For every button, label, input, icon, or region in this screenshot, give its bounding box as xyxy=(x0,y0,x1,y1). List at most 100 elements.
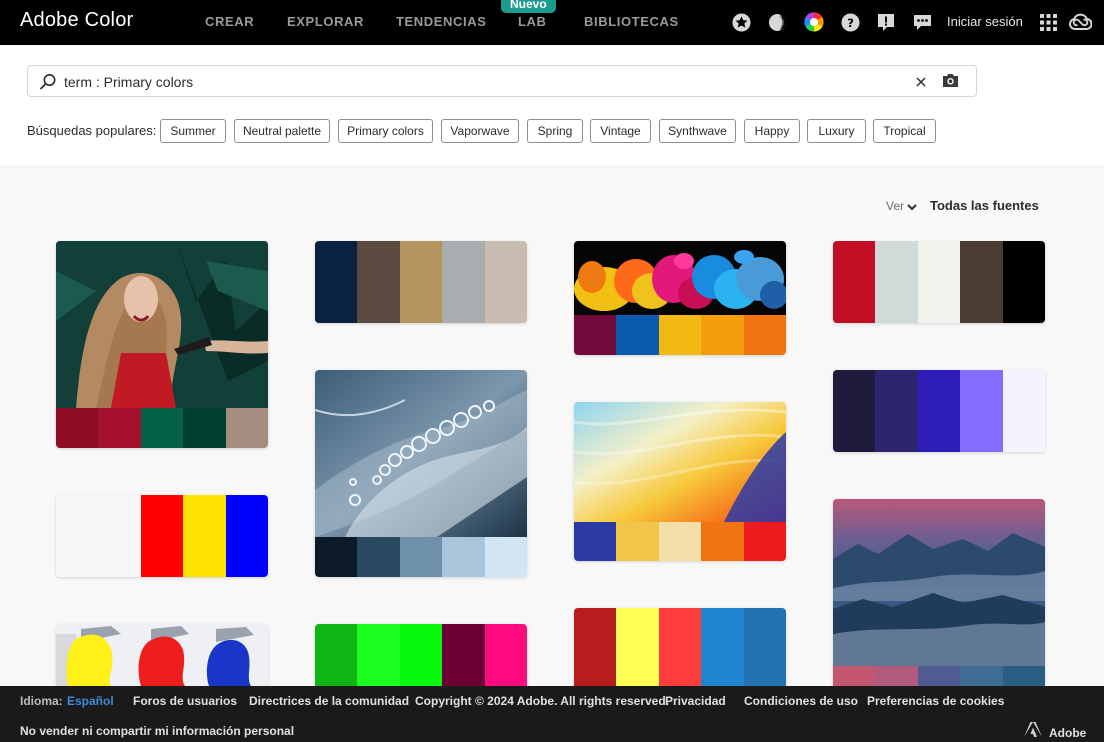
chat-icon[interactable] xyxy=(912,12,932,32)
swatch-2 xyxy=(140,495,184,577)
chip-happy[interactable]: Happy xyxy=(744,119,800,143)
swatch-4 xyxy=(484,537,527,577)
chevron-down-icon[interactable] xyxy=(906,200,918,218)
palette-card[interactable] xyxy=(315,624,527,686)
swatch-1 xyxy=(875,241,918,323)
footer-donotsell-link[interactable]: No vender ni compartir mi información pe… xyxy=(20,724,294,738)
swatch-1 xyxy=(875,666,918,686)
palette-swatches xyxy=(574,522,786,561)
source-filter[interactable]: Todas las fuentes xyxy=(930,198,1039,213)
swatch-2 xyxy=(399,537,443,577)
nav-explorar[interactable]: EXPLORAR xyxy=(287,14,364,29)
color-wheel-icon[interactable] xyxy=(804,12,824,32)
swatch-0 xyxy=(315,241,358,323)
swatch-3 xyxy=(701,608,744,686)
palette-card[interactable] xyxy=(56,624,268,686)
palette-photo xyxy=(56,241,268,408)
nav-tendencias[interactable]: TENDENCIAS xyxy=(396,14,487,29)
footer-terms-link[interactable]: Condiciones de uso xyxy=(744,694,858,708)
swatch-0 xyxy=(574,608,617,686)
brand-title[interactable]: Adobe Color xyxy=(20,9,133,32)
chip-synthwave[interactable]: Synthwave xyxy=(659,119,736,143)
footer-cookies-link[interactable]: Preferencias de cookies xyxy=(867,694,1004,708)
palette-photo xyxy=(833,499,1045,666)
swatch-3 xyxy=(701,315,744,355)
signin-link[interactable]: Iniciar sesión xyxy=(947,14,1023,29)
swatch-1 xyxy=(616,522,659,561)
chip-summer[interactable]: Summer xyxy=(160,119,226,143)
swatch-3 xyxy=(960,666,1003,686)
chip-vintage[interactable]: Vintage xyxy=(590,119,651,143)
palette-card[interactable] xyxy=(574,402,786,561)
chip-vaporwave[interactable]: Vaporwave xyxy=(441,119,519,143)
swatch-2 xyxy=(140,408,184,448)
camera-icon[interactable] xyxy=(942,73,959,93)
swatch-1 xyxy=(98,495,141,577)
feedback-icon[interactable] xyxy=(876,12,896,32)
creative-cloud-icon[interactable] xyxy=(1068,12,1092,32)
language-label: Idioma: xyxy=(20,694,63,708)
swatch-3 xyxy=(960,370,1003,452)
language-selector[interactable]: Español xyxy=(67,694,114,708)
palette-swatches xyxy=(574,608,786,686)
palette-swatches xyxy=(315,624,527,686)
swatch-2 xyxy=(658,315,702,355)
footer-guidelines-link[interactable]: Directrices de la comunidad xyxy=(249,694,409,708)
popular-searches-label: Búsquedas populares: xyxy=(27,123,157,138)
palette-swatches xyxy=(56,408,268,448)
swatch-1 xyxy=(357,537,400,577)
palette-swatches xyxy=(833,370,1045,452)
palette-card[interactable] xyxy=(56,241,268,448)
swatch-4 xyxy=(484,241,527,323)
swatch-2 xyxy=(399,624,443,686)
palette-card[interactable] xyxy=(833,370,1045,452)
palette-photo xyxy=(574,241,786,315)
palette-card[interactable] xyxy=(574,241,786,355)
star-icon[interactable] xyxy=(731,12,751,32)
palette-swatches xyxy=(833,241,1045,323)
nav-bibliotecas[interactable]: BIBLIOTECAS xyxy=(584,14,679,29)
swatch-4 xyxy=(225,408,268,448)
swatch-0 xyxy=(833,370,876,452)
palette-card[interactable] xyxy=(574,608,786,686)
search-icon xyxy=(39,73,57,96)
search-box[interactable] xyxy=(27,65,977,97)
help-icon[interactable]: ? xyxy=(840,12,860,32)
svg-text:?: ? xyxy=(847,15,854,29)
footer-forums-link[interactable]: Foros de usuarios xyxy=(133,694,237,708)
clear-icon[interactable] xyxy=(915,75,927,93)
nav-crear[interactable]: CREAR xyxy=(205,14,254,29)
chip-tropical[interactable]: Tropical xyxy=(873,119,936,143)
swatch-1 xyxy=(875,370,918,452)
chip-primary-colors[interactable]: Primary colors xyxy=(338,119,433,143)
palette-photo xyxy=(315,370,527,537)
view-label[interactable]: Ver xyxy=(886,199,904,213)
swatch-0 xyxy=(56,408,99,448)
nav-lab[interactable]: LAB xyxy=(518,14,547,29)
palette-card[interactable] xyxy=(315,370,527,577)
palette-card[interactable] xyxy=(833,241,1045,323)
contrast-icon[interactable] xyxy=(767,12,787,32)
footer-adobe-label[interactable]: Adobe xyxy=(1049,726,1086,740)
swatch-0 xyxy=(56,495,99,577)
swatch-0 xyxy=(315,537,358,577)
swatch-4 xyxy=(1002,666,1045,686)
swatch-4 xyxy=(484,624,527,686)
palette-swatches xyxy=(56,495,268,577)
palette-card[interactable] xyxy=(833,499,1045,686)
swatch-1 xyxy=(616,608,659,686)
footer-privacy-link[interactable]: Privacidad xyxy=(665,694,726,708)
swatch-3 xyxy=(183,495,226,577)
search-input[interactable] xyxy=(64,72,904,92)
chip-neutral-palette[interactable]: Neutral palette xyxy=(234,119,330,143)
palette-card[interactable] xyxy=(315,241,527,323)
swatch-3 xyxy=(442,241,485,323)
palette-card[interactable] xyxy=(56,495,268,577)
swatch-3 xyxy=(442,624,485,686)
apps-grid-icon[interactable] xyxy=(1038,12,1058,32)
swatch-4 xyxy=(743,522,786,561)
adobe-logo-icon[interactable] xyxy=(1024,722,1042,742)
chip-spring[interactable]: Spring xyxy=(527,119,583,143)
chip-luxury[interactable]: Luxury xyxy=(807,119,866,143)
swatch-3 xyxy=(442,537,485,577)
